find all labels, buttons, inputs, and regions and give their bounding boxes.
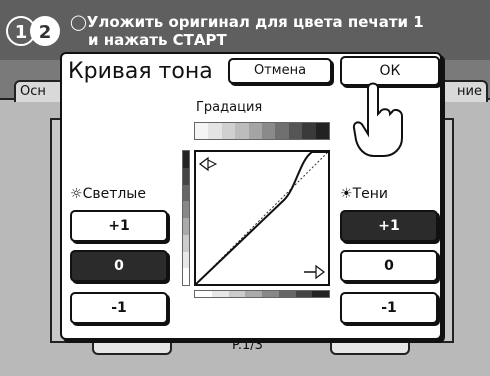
instruction-message: ◯Уложить оригинал для цвета печати 1 и н… xyxy=(70,13,480,49)
vertical-gradient-bar xyxy=(182,150,190,286)
shadows-section-label: ☀Тени xyxy=(340,186,388,202)
gradation-bar xyxy=(194,122,330,140)
cancel-button[interactable]: Отмена xyxy=(228,58,332,84)
tone-curve-svg xyxy=(195,151,329,285)
tone-curve-graph xyxy=(194,150,330,286)
horizontal-gradient-bar xyxy=(194,290,330,298)
highlights-plus1-button[interactable]: +1 xyxy=(70,210,168,242)
shadows-plus1-button[interactable]: +1 xyxy=(340,210,438,242)
sun-outline-icon: ☼ xyxy=(70,186,83,202)
shadows-label: Тени xyxy=(352,186,388,202)
message-line-1: Уложить оригинал для цвета печати 1 xyxy=(86,13,424,31)
highlights-section-label: ☼Светлые xyxy=(70,186,146,202)
shadows-zero-button[interactable]: 0 xyxy=(340,250,438,282)
highlights-label: Светлые xyxy=(82,186,146,202)
hand-pointer-icon xyxy=(350,78,410,158)
message-line-2: и нажать СТАРТ xyxy=(88,31,227,49)
dialog-title: Кривая тона xyxy=(68,59,213,84)
step-indicator: 1 2 xyxy=(6,10,66,50)
gradation-label: Градация xyxy=(196,100,263,115)
highlights-zero-button[interactable]: 0 xyxy=(70,250,168,282)
highlights-minus1-button[interactable]: -1 xyxy=(70,292,168,324)
shadow-arrow-icon xyxy=(304,264,325,280)
info-icon: ◯ xyxy=(70,13,87,31)
shadows-minus1-button[interactable]: -1 xyxy=(340,292,438,324)
highlight-arrow-icon xyxy=(199,156,218,172)
page-indicator: P.1/3 xyxy=(232,338,263,353)
sun-filled-icon: ☀ xyxy=(340,186,353,202)
step-2-icon: 2 xyxy=(30,16,60,46)
